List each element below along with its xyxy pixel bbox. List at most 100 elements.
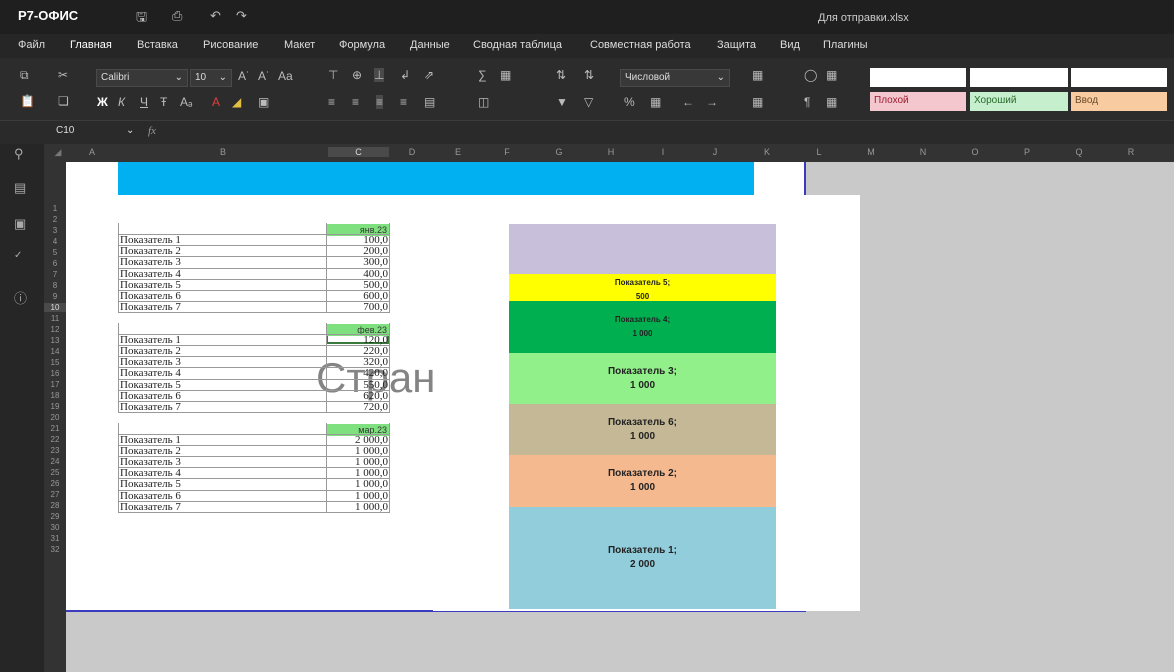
row-header-13[interactable]: 13 [44, 336, 66, 345]
col-header-e[interactable]: E [435, 147, 481, 157]
row-header-4[interactable]: 4 [44, 237, 66, 246]
row-header-12[interactable]: 12 [44, 325, 66, 334]
align-top-icon[interactable]: ⊤ [328, 68, 338, 82]
align-left-icon[interactable]: ≡ [328, 95, 335, 109]
menu-layout[interactable]: Макет [284, 39, 315, 51]
subscript-icon[interactable]: Aₔ [180, 95, 192, 109]
col-header-p[interactable]: P [1001, 147, 1053, 157]
clear-icon[interactable]: ◯ [804, 68, 817, 82]
row-header-19[interactable]: 19 [44, 402, 66, 411]
style-input[interactable]: Ввод [1071, 92, 1167, 111]
save-icon[interactable]: 🖫 [136, 8, 147, 30]
col-header-c[interactable]: C [328, 147, 389, 157]
underline-button[interactable]: Ч [140, 95, 148, 109]
col-header-r[interactable]: R [1105, 147, 1157, 157]
row-header-21[interactable]: 21 [44, 424, 66, 433]
row-header-27[interactable]: 27 [44, 490, 66, 499]
change-case-icon[interactable]: Aa [278, 69, 293, 83]
fx-icon[interactable]: fx [148, 125, 156, 137]
conditional-format-icon[interactable]: ▦ [752, 68, 763, 82]
col-header-h[interactable]: H [585, 147, 637, 157]
menu-plugins[interactable]: Плагины [823, 39, 868, 51]
row-header-14[interactable]: 14 [44, 347, 66, 356]
row-header-16[interactable]: 16 [44, 369, 66, 378]
font-size-select[interactable]: 10 ⌄ [190, 69, 232, 87]
col-header-l[interactable]: L [793, 147, 845, 157]
row-header-6[interactable]: 6 [44, 259, 66, 268]
row-header-18[interactable]: 18 [44, 391, 66, 400]
copy-style-icon[interactable]: ▦ [826, 68, 837, 82]
menu-protect[interactable]: Защита [717, 39, 756, 51]
name-box[interactable]: C10 ⌄ [56, 125, 146, 141]
font-shrink-icon[interactable]: A˙ [258, 69, 270, 83]
menu-data[interactable]: Данные [410, 39, 450, 51]
spellcheck-icon[interactable]: ✓ [14, 250, 22, 261]
info-icon[interactable]: ⓘ [14, 288, 27, 307]
currency-icon[interactable]: ▦ [650, 95, 661, 109]
wrap-text-icon[interactable]: ↲ [400, 68, 410, 82]
style-good[interactable]: Хороший [970, 92, 1068, 111]
format-table-icon[interactable]: ▦ [752, 95, 763, 109]
increase-decimal-icon[interactable]: → [706, 95, 718, 109]
insert-function-icon[interactable]: ◫ [478, 95, 489, 109]
row-header-9[interactable]: 9 [44, 292, 66, 301]
style-normal-1[interactable] [870, 68, 966, 87]
row-header-28[interactable]: 28 [44, 501, 66, 510]
col-header-k[interactable]: K [741, 147, 793, 157]
merge-icon[interactable]: ▤ [424, 95, 435, 109]
row-header-5[interactable]: 5 [44, 248, 66, 257]
undo-icon[interactable]: ↶ [210, 8, 221, 24]
chat-icon[interactable]: ▣ [14, 216, 26, 232]
print-icon[interactable]: ⎙ [172, 8, 182, 24]
comments-icon[interactable]: ▤ [14, 180, 26, 196]
sort-desc-icon[interactable]: ⇅ [584, 68, 594, 82]
copy-icon[interactable]: ⧉ [20, 68, 29, 83]
menu-draw[interactable]: Рисование [203, 39, 258, 51]
row-header-3[interactable]: 3 [44, 226, 66, 235]
row-header-15[interactable]: 15 [44, 358, 66, 367]
chart-segment[interactable]: Показатель 2; 1 000 [509, 455, 776, 507]
strikethrough-button[interactable]: Ŧ [160, 95, 167, 109]
fill-color-icon[interactable]: ◢ [232, 95, 241, 109]
menu-view[interactable]: Вид [780, 39, 800, 51]
clear-filter-icon[interactable]: ▽ [584, 95, 593, 109]
col-header-n[interactable]: N [897, 147, 949, 157]
cut-icon[interactable]: ✂ [58, 68, 68, 82]
borders-icon[interactable]: ▣ [258, 95, 269, 109]
style-bad[interactable]: Плохой [870, 92, 966, 111]
chart-segment[interactable] [509, 224, 776, 274]
percent-icon[interactable]: % [624, 95, 635, 109]
row-header-17[interactable]: 17 [44, 380, 66, 389]
align-center-icon[interactable]: ≡ [352, 95, 359, 109]
menu-formula[interactable]: Формула [339, 39, 385, 51]
row-header-26[interactable]: 26 [44, 479, 66, 488]
font-grow-icon[interactable]: A˙ [238, 69, 250, 83]
col-header-i[interactable]: I [637, 147, 689, 157]
col-header-f[interactable]: F [481, 147, 533, 157]
row-header-20[interactable]: 20 [44, 413, 66, 422]
paste-icon[interactable]: 📋 [20, 94, 35, 108]
col-header-b[interactable]: B [118, 147, 328, 157]
row-header-30[interactable]: 30 [44, 523, 66, 532]
align-bottom-icon[interactable]: ⊥ [374, 68, 385, 82]
col-header-g[interactable]: G [533, 147, 585, 157]
named-ranges-icon[interactable]: ▦ [500, 68, 511, 82]
row-header-7[interactable]: 7 [44, 270, 66, 279]
format-painter-icon[interactable]: ❏ [58, 94, 69, 108]
row-header-2[interactable]: 2 [44, 215, 66, 224]
redo-icon[interactable]: ↷ [236, 8, 247, 24]
number-format-select[interactable]: Числовой ⌄ [620, 69, 730, 87]
chart-segment[interactable]: Показатель 6; 1 000 [509, 404, 776, 455]
col-header-j[interactable]: J [689, 147, 741, 157]
align-right-icon[interactable]: ≡ [376, 95, 384, 109]
row-header-24[interactable]: 24 [44, 457, 66, 466]
paragraph-icon[interactable]: ¶ [804, 95, 810, 109]
align-middle-icon[interactable]: ⊕ [352, 68, 362, 82]
sum-icon[interactable]: ∑ [478, 68, 487, 82]
italic-button[interactable]: К [118, 95, 125, 109]
row-header-22[interactable]: 22 [44, 435, 66, 444]
row-header-31[interactable]: 31 [44, 534, 66, 543]
menu-pivot[interactable]: Сводная таблица [473, 39, 562, 51]
select-all-corner[interactable]: ◢ [50, 147, 66, 158]
sort-asc-icon[interactable]: ⇅ [556, 68, 566, 82]
